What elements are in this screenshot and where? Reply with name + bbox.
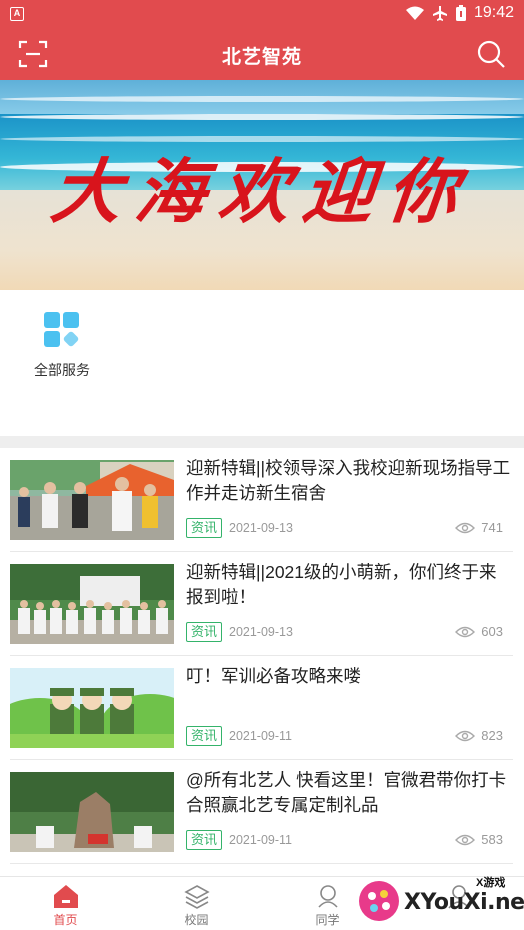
news-item[interactable]: 迎新特辑||2021级的小萌新，你们终于来报到啦！ 资讯 2021-09-13 … xyxy=(10,552,513,656)
page-title: 北艺智苑 xyxy=(221,47,302,68)
tab-label: 首页 xyxy=(53,913,78,927)
section-divider xyxy=(0,436,524,448)
news-thumbnail xyxy=(10,460,174,540)
news-tag: 资讯 xyxy=(186,518,223,538)
news-list: 迎新特辑||校领导深入我校迎新现场指导工作并走访新生宿舍 资讯 2021-09-… xyxy=(0,448,524,876)
news-views: 741 xyxy=(455,520,503,535)
banner[interactable]: 大海欢迎你 xyxy=(0,80,524,290)
eye-icon xyxy=(455,626,476,637)
tab-home[interactable]: 首页 xyxy=(0,877,131,930)
search-button[interactable] xyxy=(476,39,506,69)
news-item[interactable]: 迎新特辑||校领导深入我校迎新现场指导工作并走访新生宿舍 资讯 2021-09-… xyxy=(10,448,513,552)
news-title: @所有北艺人 快看这里！官微君带你打卡合照赢北艺专属定制礼品 xyxy=(186,770,507,815)
watermark-text: XYouXi.net xyxy=(404,890,524,915)
services-section: 全部服务 xyxy=(0,290,524,436)
app-notification-icon: A xyxy=(10,7,24,21)
news-views: 603 xyxy=(455,624,503,639)
tab-campus[interactable]: 校园 xyxy=(131,877,262,930)
news-thumbnail xyxy=(10,564,174,644)
app-header: 北艺智苑 xyxy=(0,28,524,80)
gamepad-logo-icon xyxy=(359,881,399,921)
news-title: 迎新特辑||2021级的小萌新，你们终于来报到啦！ xyxy=(186,562,497,607)
all-services-label: 全部服务 xyxy=(34,362,90,378)
news-item[interactable]: 叮！军训必备攻略来喽 资讯 2021-09-11 823 xyxy=(10,656,513,760)
news-view-count: 583 xyxy=(481,832,503,847)
watermark: X游戏 XYouXi.net xyxy=(352,870,524,930)
airplane-icon xyxy=(432,6,447,21)
status-bar: A 19:42 xyxy=(0,0,524,28)
search-icon xyxy=(477,40,505,68)
home-icon xyxy=(53,885,78,908)
news-date: 2021-09-11 xyxy=(229,729,293,743)
layers-icon xyxy=(183,885,210,909)
banner-calligraphy: 大海欢迎你 xyxy=(47,150,476,233)
news-item[interactable]: @所有北艺人 快看这里！官微君带你打卡合照赢北艺专属定制礼品 资讯 2021-0… xyxy=(10,760,513,864)
news-view-count: 823 xyxy=(481,728,503,743)
news-views: 583 xyxy=(455,832,503,847)
news-view-count: 741 xyxy=(481,520,503,535)
eye-icon xyxy=(455,522,476,533)
news-title: 迎新特辑||校领导深入我校迎新现场指导工作并走访新生宿舍 xyxy=(186,458,511,503)
people-icon xyxy=(317,885,338,908)
all-services-button[interactable]: 全部服务 xyxy=(22,312,102,380)
news-date: 2021-09-13 xyxy=(229,521,293,535)
eye-icon xyxy=(455,730,476,741)
news-title: 叮！军训必备攻略来喽 xyxy=(186,666,361,686)
status-time: 19:42 xyxy=(473,4,514,21)
news-view-count: 603 xyxy=(481,624,503,639)
news-tag: 资讯 xyxy=(186,622,223,642)
eye-icon xyxy=(455,834,476,845)
news-date: 2021-09-13 xyxy=(229,625,293,639)
grid-icon xyxy=(44,312,80,348)
battery-icon xyxy=(455,5,466,21)
news-thumbnail xyxy=(10,772,174,852)
news-date: 2021-09-11 xyxy=(229,833,293,847)
tab-label: 校园 xyxy=(184,913,209,927)
news-tag: 资讯 xyxy=(186,726,223,746)
watermark-small-text: X游戏 xyxy=(476,877,506,889)
news-thumbnail xyxy=(10,668,174,748)
wifi-icon xyxy=(405,6,424,20)
news-tag: 资讯 xyxy=(186,830,223,850)
news-views: 823 xyxy=(455,728,503,743)
